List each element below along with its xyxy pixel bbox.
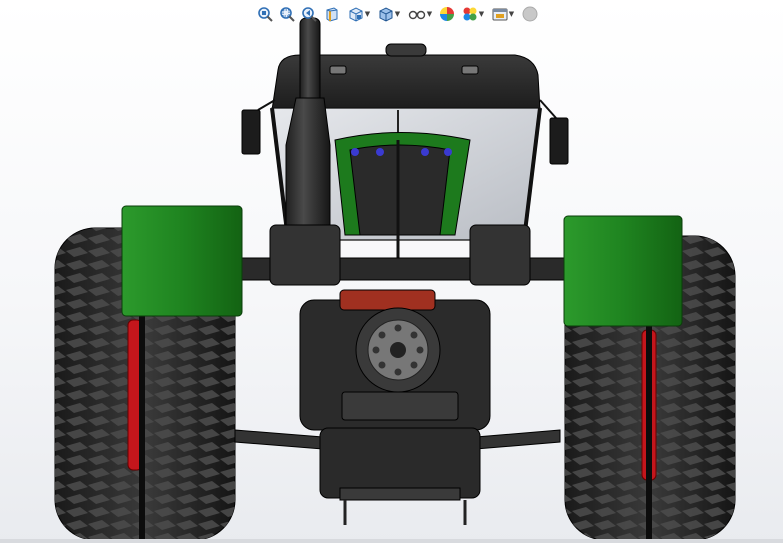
right-fender xyxy=(563,215,683,327)
zoom-to-fit-icon xyxy=(258,7,273,22)
section-view-icon xyxy=(326,7,338,22)
left-fender xyxy=(121,205,243,317)
three-point-hitch xyxy=(234,427,561,525)
view-orientation-dropdown-icon: ▼ xyxy=(364,9,371,18)
apply-scene-dropdown-icon: ▼ xyxy=(478,9,485,18)
previous-view-button[interactable] xyxy=(299,4,319,24)
edit-appearance-icon xyxy=(440,7,454,21)
display-style-icon xyxy=(379,7,393,22)
zoom-to-fit-button[interactable] xyxy=(255,4,275,24)
hide-show-items-button[interactable]: ▼ xyxy=(405,4,435,24)
view-orientation-icon xyxy=(349,7,363,22)
display-style-button[interactable]: ▼ xyxy=(375,4,403,24)
realview-graphics-icon xyxy=(522,6,538,22)
view-settings-dropdown-icon: ▼ xyxy=(508,9,515,18)
display-style-dropdown-icon: ▼ xyxy=(394,9,401,18)
view-settings-button[interactable]: ▼ xyxy=(489,4,517,24)
edit-appearance-button[interactable] xyxy=(437,4,457,24)
viewport-bottom-edge xyxy=(0,539,783,543)
heads-up-view-toolbar: ▼ ▼ ▼ ▼ ▼ xyxy=(255,3,541,25)
previous-view-icon xyxy=(302,7,317,22)
hide-show-items-dropdown-icon: ▼ xyxy=(426,9,433,18)
hide-show-items-icon xyxy=(408,10,425,20)
right-mirror xyxy=(539,99,569,165)
pto-hub xyxy=(355,307,441,393)
left-mirror xyxy=(241,99,276,155)
apply-scene-button[interactable]: ▼ xyxy=(459,4,487,24)
model-viewport[interactable] xyxy=(0,0,783,543)
view-orientation-button[interactable]: ▼ xyxy=(345,4,373,24)
realview-button[interactable] xyxy=(519,4,541,24)
zoom-to-area-button[interactable] xyxy=(277,4,297,24)
apply-scene-icon xyxy=(463,7,477,21)
zoom-to-area-icon xyxy=(280,7,295,22)
section-view-button[interactable] xyxy=(321,4,343,24)
view-settings-icon xyxy=(492,8,508,21)
exhaust-stack xyxy=(285,17,331,246)
